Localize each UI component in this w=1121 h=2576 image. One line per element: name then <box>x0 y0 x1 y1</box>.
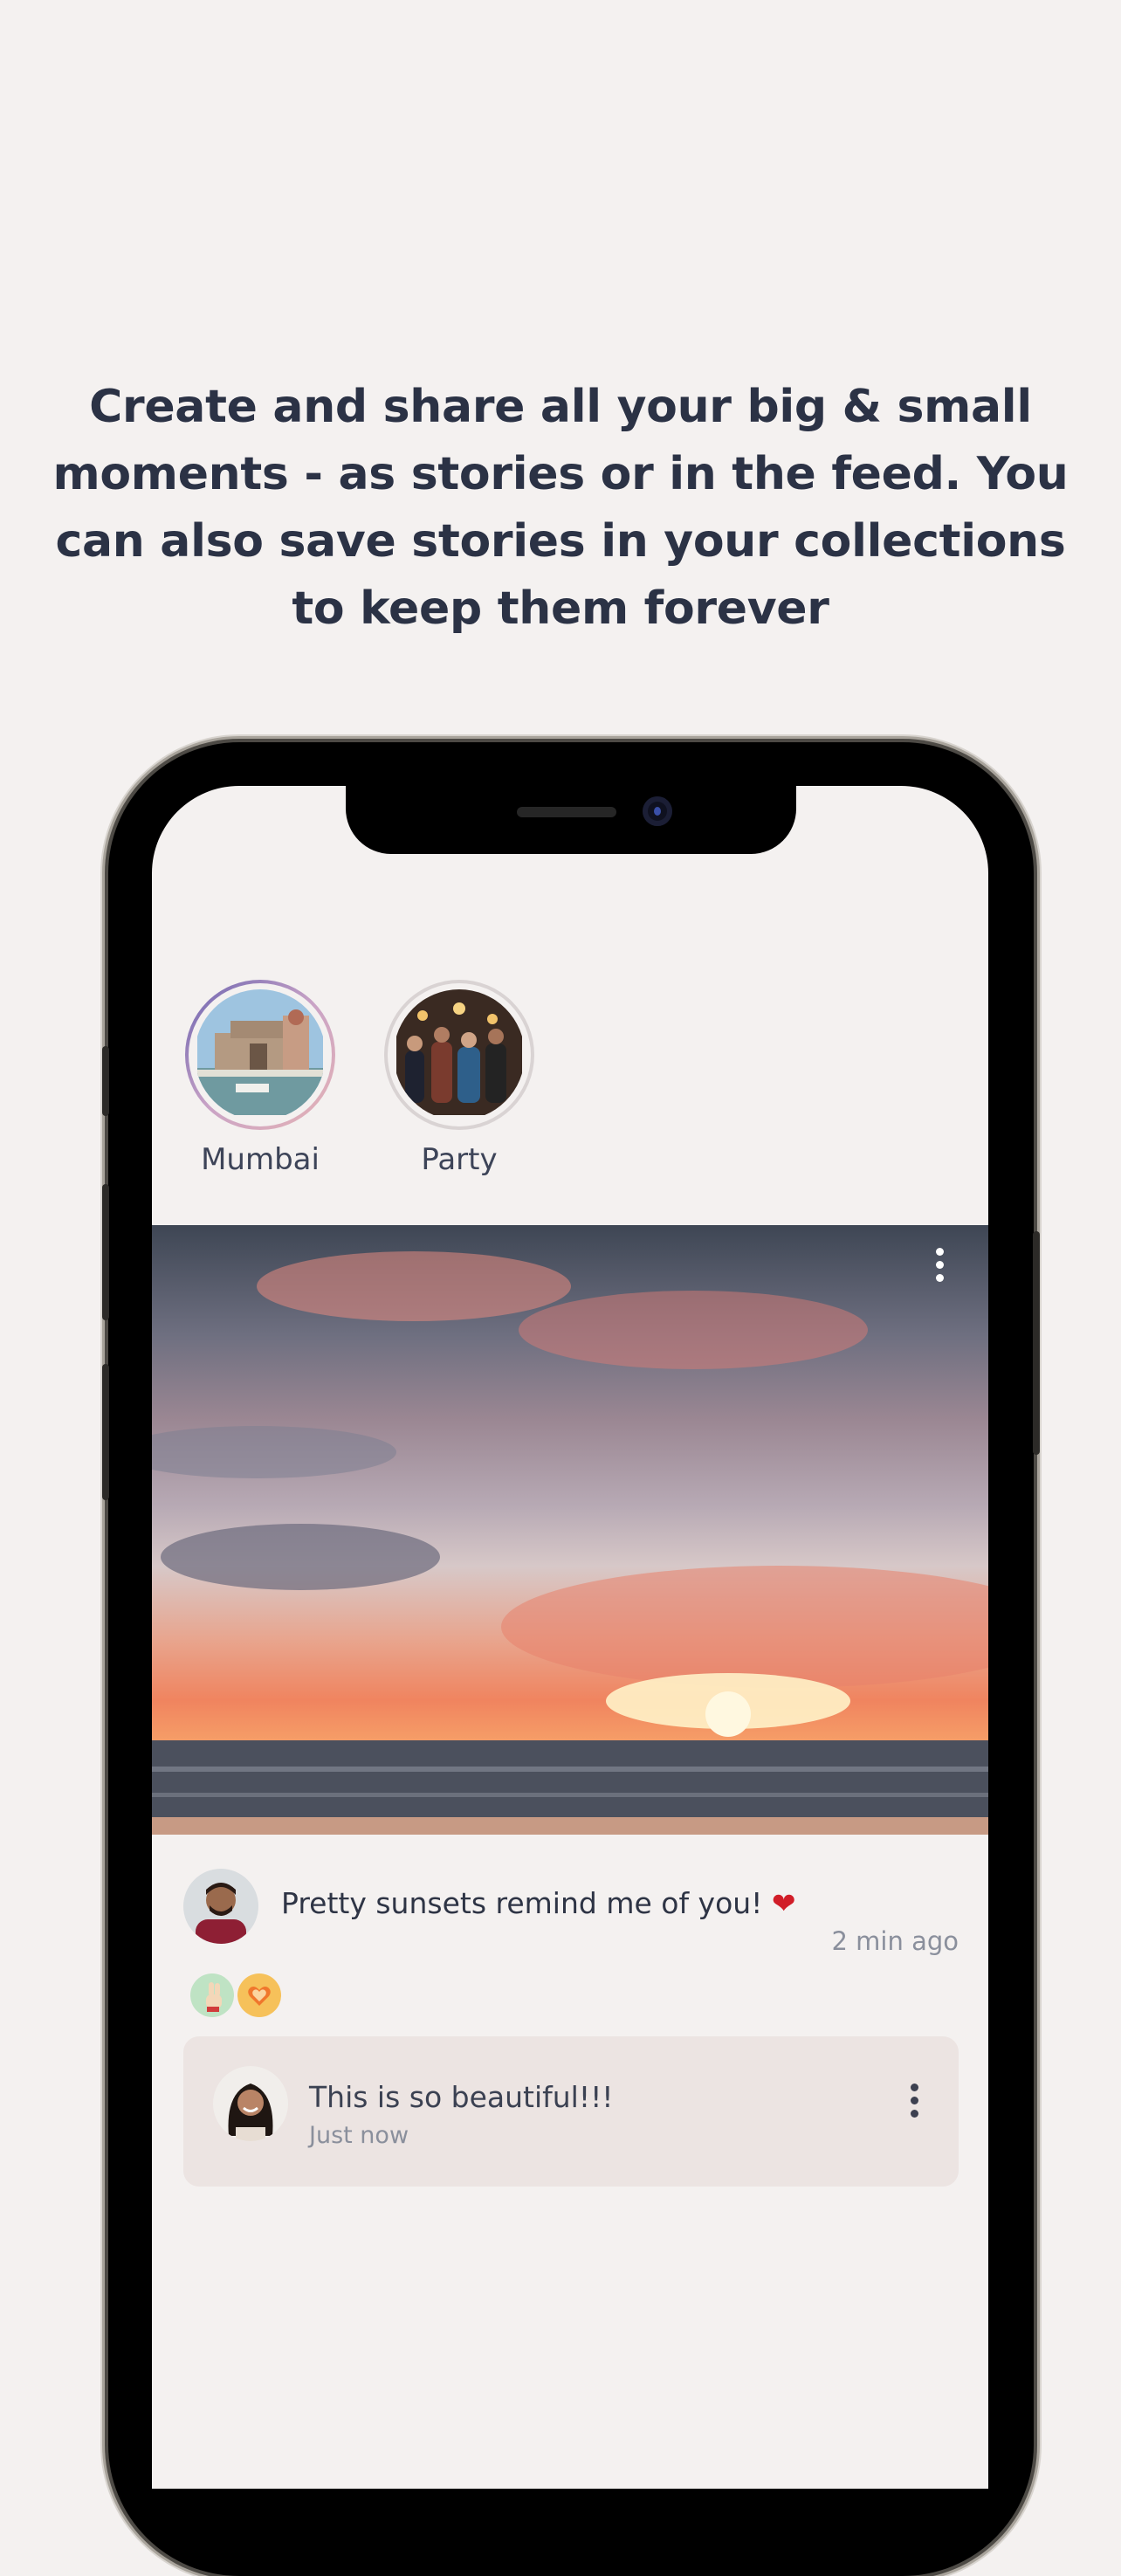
story-ring <box>384 980 534 1130</box>
heart-icon: ❤ <box>771 1886 796 1920</box>
notch <box>346 786 796 854</box>
peace-sign-icon[interactable] <box>190 1973 234 2017</box>
heart-badge-icon[interactable] <box>237 1973 281 2017</box>
post-timestamp: 2 min ago <box>831 1926 959 1956</box>
front-camera-icon <box>643 796 672 826</box>
story-mumbai[interactable]: Mumbai <box>182 980 339 1177</box>
post-caption: Pretty sunsets remind me of you! ❤ <box>281 1886 796 1920</box>
caption-text: Pretty sunsets remind me of you! <box>281 1886 763 1920</box>
story-thumbnail-mumbai <box>195 989 326 1120</box>
side-button-mute <box>102 1046 109 1116</box>
story-party[interactable]: Party <box>381 980 538 1177</box>
comment-more-icon[interactable] <box>910 2084 918 2118</box>
side-button-volume-up <box>102 1184 109 1320</box>
story-ring <box>185 980 335 1130</box>
side-button-power <box>1033 1231 1040 1455</box>
speaker-grille <box>517 807 616 817</box>
comment-timestamp: Just now <box>309 2122 409 2149</box>
commenter-avatar[interactable] <box>213 2066 288 2141</box>
story-thumbnail-party <box>394 989 525 1120</box>
post-image[interactable] <box>152 1225 988 1835</box>
comment-card: This is so beautiful!!! Just now <box>183 2036 959 2187</box>
author-avatar[interactable] <box>183 1869 258 1944</box>
comment-text: This is so beautiful!!! <box>309 2080 614 2114</box>
story-label: Mumbai <box>201 1142 320 1177</box>
headline: Create and share all your big & small mo… <box>52 381 1069 635</box>
story-label: Party <box>421 1142 498 1177</box>
phone-screen: Mumbai Party Pretty sunsets remind me of… <box>152 786 988 2489</box>
side-button-volume-down <box>102 1364 109 1500</box>
post-more-icon[interactable] <box>934 1248 945 1283</box>
